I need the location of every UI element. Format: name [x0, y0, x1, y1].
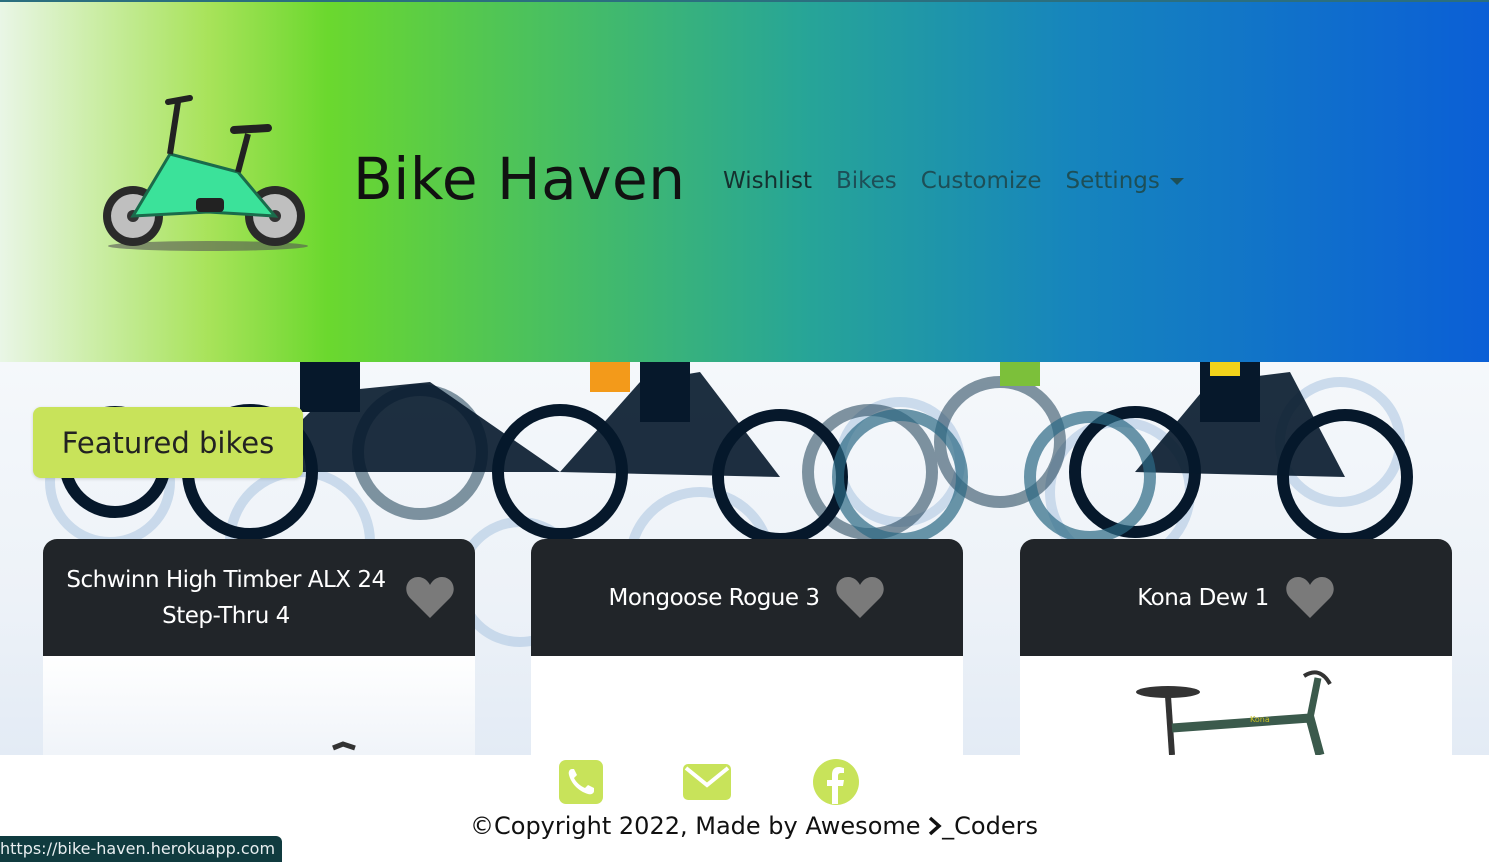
svg-text:Kona: Kona [1250, 715, 1270, 724]
bike-card-image [43, 656, 475, 755]
heart-icon[interactable] [835, 576, 885, 620]
bike-card-title[interactable]: Kona Dew 1 [1137, 580, 1269, 616]
nav-wishlist-link[interactable]: Wishlist [723, 168, 812, 194]
site-brand[interactable]: Bike Haven [353, 145, 685, 213]
featured-bikes-label: Featured bikes [33, 407, 303, 478]
nav-settings-label: Settings [1065, 168, 1160, 194]
copyright-text: ©Copyright 2022, Made by Awesome _Coders [470, 812, 1038, 840]
heart-icon[interactable] [1285, 576, 1335, 620]
bike-card-image: Kona [1020, 656, 1452, 755]
copyright-suffix: _Coders [942, 812, 1038, 840]
caret-down-icon [1169, 178, 1184, 185]
terminal-icon [928, 816, 942, 836]
main-nav: Wishlist Bikes Customize Settings [723, 168, 1184, 194]
bike-card-title[interactable]: Mongoose Rogue 3 [609, 580, 820, 616]
bike-card[interactable]: Schwinn High Timber ALX 24 Step-Thru 4 [43, 539, 475, 755]
nav-bikes-link[interactable]: Bikes [836, 168, 897, 194]
envelope-icon[interactable] [682, 758, 732, 806]
nav-settings-dropdown[interactable]: Settings [1066, 168, 1184, 194]
site-header: Bike Haven Wishlist Bikes Customize Sett… [0, 0, 1489, 362]
bike-image [332, 741, 356, 751]
bike-card[interactable]: Kona Dew 1 Kona [1020, 539, 1452, 755]
facebook-icon[interactable] [812, 758, 860, 806]
nav-customize-link[interactable]: Customize [921, 168, 1042, 194]
bike-card[interactable]: Mongoose Rogue 3 [531, 539, 963, 755]
heart-icon[interactable] [405, 576, 455, 620]
footer-icons [0, 755, 1489, 815]
bike-card-header: Mongoose Rogue 3 [531, 539, 963, 656]
bike-card-header: Kona Dew 1 [1020, 539, 1452, 656]
bike-card-image [531, 656, 963, 755]
bike-card-header: Schwinn High Timber ALX 24 Step-Thru 4 [43, 539, 475, 656]
status-bar-url: https://bike-haven.herokuapp.com [0, 836, 282, 862]
copyright-prefix: ©Copyright 2022, Made by Awesome [470, 812, 929, 840]
bike-logo-icon[interactable] [98, 94, 314, 256]
bike-image: Kona [1136, 670, 1332, 755]
bike-card-title[interactable]: Schwinn High Timber ALX 24 Step-Thru 4 [63, 562, 389, 634]
phone-icon[interactable] [557, 758, 605, 806]
